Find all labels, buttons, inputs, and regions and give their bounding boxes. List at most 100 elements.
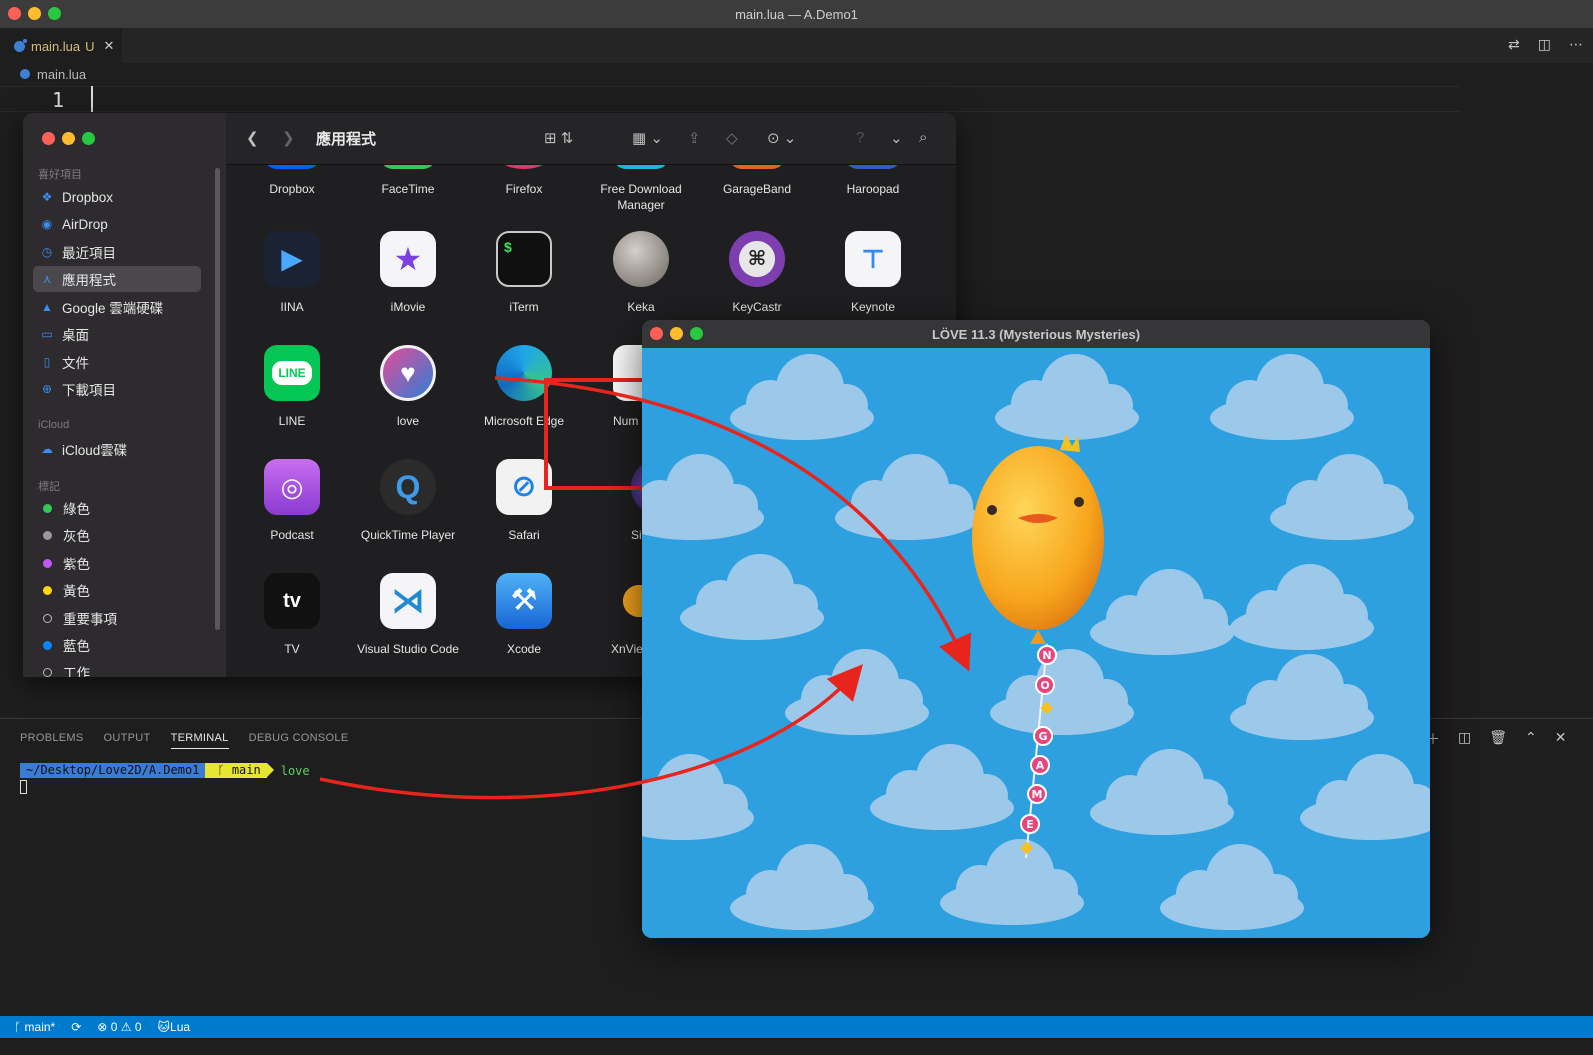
app-love[interactable]: ♥ love: [350, 345, 466, 429]
app-iina[interactable]: ▶ IINA: [234, 231, 350, 315]
more-chevron-icon[interactable]: ⌄: [890, 129, 903, 147]
app-iterm[interactable]: $ iTerm: [466, 231, 582, 315]
lua-file-icon: [20, 69, 30, 79]
app-haroopad[interactable]: Haroopad: [815, 165, 931, 197]
love-game-window: LÖVE 11.3 (Mysterious Mysteries) N O G A…: [642, 320, 1430, 938]
help-icon[interactable]: ?: [856, 129, 864, 146]
action-menu-icon[interactable]: ⊙ ⌄: [767, 129, 796, 147]
app-keka[interactable]: Keka: [583, 231, 699, 315]
app-visual-studio-code[interactable]: ⋊ Visual Studio Code: [350, 573, 466, 657]
forward-chevron-icon[interactable]: ❯: [282, 129, 295, 147]
tab-debug-console[interactable]: DEBUG CONSOLE: [249, 732, 349, 749]
app-xnview[interactable]: XnVie: [583, 573, 667, 657]
tag-blue[interactable]: 藍色: [33, 632, 201, 658]
letter-bead-label: E: [1026, 818, 1034, 831]
vscode-app-icon: ⋊: [380, 573, 436, 629]
source-control-compare-icon[interactable]: ⇄: [1508, 36, 1520, 53]
app-xcode[interactable]: ⚒ Xcode: [466, 573, 582, 657]
love-zoom-button[interactable]: [690, 327, 703, 340]
close-tab-icon[interactable]: ✕: [104, 38, 115, 54]
app-garageband[interactable]: GarageBand: [699, 165, 815, 197]
problems-status[interactable]: ⊗ 0 ⚠ 0: [97, 1020, 141, 1034]
blue-tag-dot: [43, 640, 52, 650]
love-close-button[interactable]: [650, 327, 663, 340]
sidebar-item-desktop[interactable]: ▭ 桌面: [33, 321, 201, 347]
terminal-command: love: [280, 763, 310, 778]
app-firefox[interactable]: Firefox: [466, 165, 582, 197]
sidebar-item-recents[interactable]: ◷ 最近項目: [33, 239, 201, 265]
icloud-heading: iCloud: [38, 419, 70, 431]
share-icon[interactable]: ⇪: [688, 129, 701, 147]
app-dropbox[interactable]: Dropbox: [234, 165, 350, 197]
sidebar-item-google-drive[interactable]: ▲ Google 雲端硬碟: [33, 294, 201, 320]
prompt-path: ~/Desktop/Love2D/A.Demo1: [20, 763, 213, 778]
sidebar-item-airdrop[interactable]: ◉ AirDrop: [33, 211, 201, 237]
app-quicktime-player[interactable]: Q QuickTime Player: [350, 459, 466, 543]
sync-icon[interactable]: ⟳: [71, 1020, 81, 1034]
app-free-download-manager[interactable]: Free Download Manager: [583, 165, 699, 213]
app-imovie[interactable]: ★ iMovie: [350, 231, 466, 315]
zoom-window-button[interactable]: [48, 7, 61, 20]
letter-bead-label: O: [1040, 679, 1049, 692]
tab-output[interactable]: OUTPUT: [104, 732, 151, 749]
tab-terminal[interactable]: TERMINAL: [170, 732, 229, 749]
game-canvas[interactable]: N O G A M E: [642, 348, 1430, 938]
sidebar-item-dropbox[interactable]: ❖ Dropbox: [33, 184, 201, 210]
tag-yellow[interactable]: 黃色: [33, 577, 201, 603]
trash-icon[interactable]: 🗑: [1489, 729, 1507, 749]
status-bar: ᚴ main* ⟳ ⊗ 0 ⚠ 0 🐱Lua: [0, 1016, 1593, 1038]
finder-title: 應用程式: [316, 131, 377, 148]
more-actions-icon[interactable]: ⋯: [1569, 36, 1583, 53]
tag-gray[interactable]: 灰色: [33, 522, 201, 548]
split-terminal-icon[interactable]: ◫: [1458, 729, 1471, 749]
prompt-branch: ᚴ main: [205, 763, 275, 778]
sidebar-item-icloud-drive[interactable]: ☁ iCloud雲碟: [33, 436, 201, 462]
tab-problems[interactable]: PROBLEMS: [20, 732, 84, 749]
maximize-panel-icon[interactable]: ⌃: [1525, 729, 1537, 749]
letter-bead-label: N: [1042, 649, 1051, 662]
breadcrumb-file[interactable]: main.lua: [37, 67, 86, 82]
git-branch-status[interactable]: ᚴ main*: [14, 1020, 55, 1034]
app-keycastr[interactable]: ⌘ KeyCastr: [699, 231, 815, 315]
close-panel-icon[interactable]: ✕: [1555, 729, 1567, 749]
app-facetime[interactable]: FaceTime: [350, 165, 466, 197]
quicktime-icon: Q: [380, 459, 436, 515]
tag-purple[interactable]: 紫色: [33, 550, 201, 576]
editor-tab-bar: main.lua U ✕ ⇄ ◫ ⋯: [0, 28, 1593, 63]
app-keynote[interactable]: ⊤ Keynote: [815, 231, 931, 315]
letter-bead-label: M: [1032, 788, 1043, 801]
tag-important[interactable]: 重要事項: [33, 605, 201, 631]
cloud-icon: ☁: [41, 442, 53, 456]
back-chevron-icon[interactable]: ❮: [246, 129, 259, 147]
sidebar-item-downloads[interactable]: ⊕ 下載項目: [33, 376, 201, 402]
minimize-window-button[interactable]: [28, 7, 41, 20]
tag-icon[interactable]: ◇: [726, 129, 738, 147]
sidebar-item-applications[interactable]: ⋏ 應用程式: [33, 266, 201, 292]
group-icon[interactable]: ▦ ⌄: [632, 129, 663, 147]
text-cursor: [91, 86, 93, 112]
tag-green[interactable]: 綠色: [33, 495, 201, 521]
document-icon: ▯: [43, 355, 51, 369]
app-line[interactable]: LINE LINE: [234, 345, 350, 429]
sidebar-item-documents[interactable]: ▯ 文件: [33, 349, 201, 375]
love-minimize-button[interactable]: [670, 327, 683, 340]
close-window-button[interactable]: [8, 7, 21, 20]
breadcrumb[interactable]: main.lua: [20, 64, 86, 84]
airdrop-icon: ◉: [41, 217, 53, 231]
tab-main-lua[interactable]: main.lua U ✕: [0, 28, 122, 63]
finder-close-button[interactable]: [42, 132, 55, 145]
split-editor-icon[interactable]: ◫: [1538, 36, 1551, 53]
empty-tag-ring: [43, 667, 52, 677]
tag-work[interactable]: 工作: [33, 659, 201, 677]
language-mode[interactable]: 🐱Lua: [158, 1020, 191, 1034]
cat-icon: 🐱: [157, 1020, 171, 1034]
icon-view-icon[interactable]: ⊞ ⇅: [544, 129, 573, 147]
app-tv[interactable]: tv TV: [234, 573, 350, 657]
search-icon[interactable]: ⌕: [919, 129, 927, 146]
finder-zoom-button[interactable]: [82, 132, 95, 145]
purple-tag-dot: [43, 558, 52, 568]
branch-icon: ᚴ: [14, 1020, 25, 1034]
app-podcast[interactable]: ◎ Podcast: [234, 459, 350, 543]
finder-minimize-button[interactable]: [62, 132, 75, 145]
sidebar-scrollbar[interactable]: [215, 168, 220, 630]
